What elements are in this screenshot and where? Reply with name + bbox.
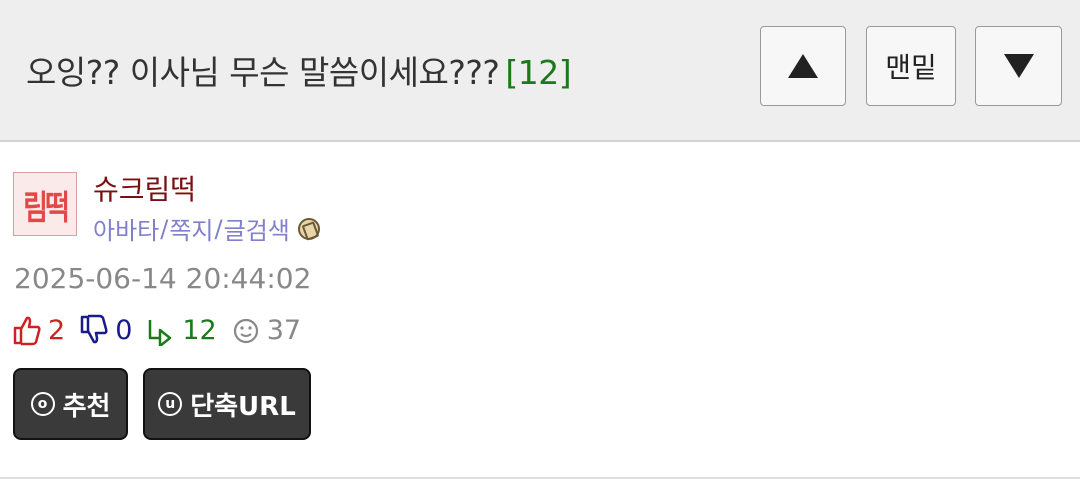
reply-arrow-icon — [149, 320, 172, 346]
triangle-up-icon — [788, 54, 818, 78]
reply-stat: 12 — [146, 314, 217, 346]
post-stats: 2 0 12 37 — [12, 312, 315, 348]
link-separator: / — [160, 214, 169, 243]
downvote-stat: 0 — [79, 314, 132, 346]
view-count: 37 — [266, 314, 302, 346]
author-nickname[interactable]: 슈크림떡 — [93, 168, 196, 208]
recommend-circle-icon: o — [30, 392, 55, 416]
thumbs-down-icon — [80, 314, 108, 344]
avatar-text: 림떡 — [23, 188, 70, 228]
level-badge-icon — [297, 217, 320, 240]
reply-count: 12 — [182, 314, 217, 346]
author-links: 아바타 / 쪽지 / 글검색 — [93, 211, 320, 246]
short-url-label: 단축URL — [190, 391, 296, 422]
recommend-button[interactable]: o 추천 — [13, 368, 128, 440]
view-stat: 37 — [231, 314, 301, 346]
upvote-stat: 2 — [12, 314, 65, 346]
post-date: 2025-06-14 20:44:02 — [14, 262, 312, 295]
post-search-link[interactable]: 글검색 — [224, 211, 290, 246]
link-separator: / — [214, 214, 223, 243]
message-link[interactable]: 쪽지 — [169, 211, 213, 246]
scroll-up-button[interactable] — [760, 26, 846, 106]
post-title-text: 오잉?? 이사님 무슨 말씀이세요??? — [26, 53, 500, 92]
upvote-count: 2 — [48, 314, 66, 346]
scroll-bottom-button[interactable]: 맨밑 — [866, 26, 956, 106]
downvote-count: 0 — [115, 314, 133, 346]
recommend-label: 추천 — [62, 391, 111, 422]
thumbs-up-icon — [13, 316, 41, 346]
avatar[interactable]: 림떡 — [13, 172, 77, 236]
post-title: 오잉?? 이사님 무슨 말씀이세요??? [12] — [26, 46, 572, 94]
triangle-down-icon — [1003, 54, 1034, 78]
short-url-circle-icon: u — [158, 392, 183, 416]
short-url-button[interactable]: u 단축URL — [143, 368, 311, 440]
smiley-eye-icon — [233, 318, 258, 344]
comment-count[interactable]: [12] — [505, 53, 571, 92]
post-header: 오잉?? 이사님 무슨 말씀이세요??? [12] 맨밑 — [0, 0, 1080, 142]
avatar-link[interactable]: 아바타 — [93, 211, 159, 246]
scroll-bottom-label: 맨밑 — [885, 51, 937, 84]
scroll-down-button[interactable] — [975, 26, 1062, 106]
